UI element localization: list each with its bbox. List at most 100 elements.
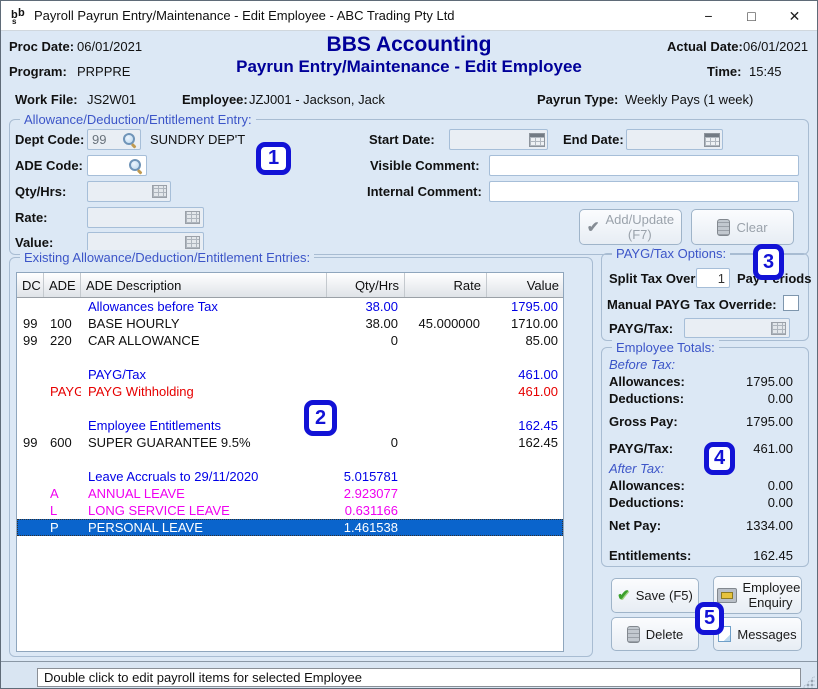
table-row[interactable]: 99100BASE HOURLY38.0045.0000001710.00 xyxy=(17,315,563,332)
visible-comment-field[interactable] xyxy=(489,155,799,176)
rate-calculator-button[interactable] xyxy=(182,208,203,227)
search-icon xyxy=(128,158,143,173)
maximize-button[interactable]: □ xyxy=(729,1,774,31)
add-update-label: Add/Update xyxy=(605,212,674,227)
add-update-button[interactable]: ✔ Add/Update (F7) xyxy=(579,209,682,245)
start-date-field[interactable] xyxy=(449,129,548,150)
ade-code-field[interactable] xyxy=(87,155,147,176)
eraser-icon xyxy=(717,219,730,236)
entries-table[interactable]: DC ADE ADE Description Qty/Hrs Rate Valu… xyxy=(16,272,564,652)
employee-enquiry-button[interactable]: Employee Enquiry xyxy=(713,576,802,614)
split-tax-input[interactable] xyxy=(697,271,729,286)
annotation-4: 4 xyxy=(704,442,735,475)
internal-comment-field[interactable] xyxy=(489,181,799,202)
title-bar[interactable]: b b s Payroll Payrun Entry/Maintenance -… xyxy=(1,1,817,31)
messages-label: Messages xyxy=(737,627,796,642)
entitlements-value: 162.45 xyxy=(713,548,793,563)
dept-code-input[interactable] xyxy=(88,132,119,147)
value-calculator-button[interactable] xyxy=(182,233,203,251)
minimize-button[interactable]: − xyxy=(686,1,731,31)
table-row[interactable]: Leave Accruals to 29/11/20205.015781 xyxy=(17,468,563,485)
clear-button[interactable]: Clear xyxy=(691,209,794,245)
table-row[interactable]: Allowances before Tax38.001795.00 xyxy=(17,298,563,315)
entitlements-label: Entitlements: xyxy=(609,548,691,563)
column-header-dc[interactable]: DC xyxy=(17,273,44,297)
qty-calculator-button[interactable] xyxy=(149,182,170,201)
manual-payg-override-checkbox[interactable] xyxy=(783,295,799,311)
dept-code-label: Dept Code: xyxy=(15,132,84,147)
deductions-after-value: 0.00 xyxy=(713,495,793,510)
value-field[interactable] xyxy=(87,232,204,252)
after-tax-label: After Tax: xyxy=(609,461,664,476)
table-row[interactable]: 99220CAR ALLOWANCE085.00 xyxy=(17,332,563,349)
start-date-input[interactable] xyxy=(450,132,526,147)
payg-options-legend: PAYG/Tax Options: xyxy=(612,246,730,261)
svg-text:b: b xyxy=(18,7,25,19)
calendar-icon xyxy=(704,133,720,147)
annotation-2: 2 xyxy=(304,400,337,436)
payg-total-label: PAYG/Tax: xyxy=(609,441,673,456)
annotation-3: 3 xyxy=(753,244,784,280)
payg-calculator-button[interactable] xyxy=(768,319,789,337)
save-button[interactable]: ✔ Save (F5) xyxy=(611,578,699,613)
table-row[interactable]: PAYGPAYG Withholding461.00 xyxy=(17,383,563,400)
value-input[interactable] xyxy=(88,235,182,250)
net-pay-label: Net Pay: xyxy=(609,518,661,533)
allowances-after-value: 0.00 xyxy=(713,478,793,493)
column-header-rate[interactable]: Rate xyxy=(405,273,487,297)
table-row[interactable] xyxy=(17,400,563,417)
qty-hrs-field[interactable] xyxy=(87,181,171,202)
deductions-after-label: Deductions: xyxy=(609,495,684,510)
split-tax-field[interactable] xyxy=(696,268,730,288)
internal-comment-input[interactable] xyxy=(490,184,798,199)
end-date-input[interactable] xyxy=(627,132,701,147)
allowances-after-label: Allowances: xyxy=(609,478,685,493)
ade-code-input[interactable] xyxy=(88,158,125,173)
allowances-before-value: 1795.00 xyxy=(713,374,793,389)
qty-hrs-input[interactable] xyxy=(88,184,149,199)
column-header-ade[interactable]: ADE xyxy=(44,273,81,297)
ade-code-lookup-button[interactable] xyxy=(125,156,146,175)
table-row[interactable]: AANNUAL LEAVE2.923077 xyxy=(17,485,563,502)
calculator-icon xyxy=(185,236,200,249)
end-date-field[interactable] xyxy=(626,129,723,150)
payg-tax-field[interactable] xyxy=(684,318,790,338)
actual-date-value: 06/01/2021 xyxy=(743,39,808,54)
calendar-icon xyxy=(529,133,545,147)
close-button[interactable]: ✕ xyxy=(772,1,817,31)
save-label: Save (F5) xyxy=(636,588,693,603)
deductions-before-label: Deductions: xyxy=(609,391,684,406)
table-row[interactable] xyxy=(17,451,563,468)
delete-button[interactable]: Delete xyxy=(611,617,699,651)
visible-comment-input[interactable] xyxy=(490,158,798,173)
annotation-5: 5 xyxy=(695,602,724,635)
table-row[interactable]: Employee Entitlements162.45 xyxy=(17,417,563,434)
calculator-icon xyxy=(771,322,786,335)
rate-field[interactable] xyxy=(87,207,204,228)
employee-enquiry-label: Employee Enquiry xyxy=(743,580,799,610)
end-date-picker-button[interactable] xyxy=(701,130,722,149)
entries-group: Existing Allowance/Deduction/Entitlement… xyxy=(9,257,593,657)
manual-payg-override-label: Manual PAYG Tax Override: xyxy=(607,297,777,312)
messages-button[interactable]: Messages xyxy=(713,617,802,651)
visible-comment-label: Visible Comment: xyxy=(370,158,480,173)
rate-input[interactable] xyxy=(88,210,182,225)
status-bar: Double click to edit payroll items for s… xyxy=(1,661,817,689)
column-header-qty[interactable]: Qty/Hrs xyxy=(327,273,405,297)
table-row-selected[interactable]: PPERSONAL LEAVE1.461538 xyxy=(17,519,563,536)
payg-tax-input[interactable] xyxy=(685,321,768,336)
gross-pay-label: Gross Pay: xyxy=(609,414,678,429)
end-date-label: End Date: xyxy=(563,132,624,147)
table-row[interactable]: LLONG SERVICE LEAVE0.631166 xyxy=(17,502,563,519)
dept-code-lookup-button[interactable] xyxy=(119,130,140,149)
dept-code-field[interactable] xyxy=(87,129,141,150)
column-header-description[interactable]: ADE Description xyxy=(81,273,327,297)
table-row[interactable]: 99600SUPER GUARANTEE 9.5%0162.45 xyxy=(17,434,563,451)
work-file-value: JS2W01 xyxy=(87,92,136,107)
start-date-picker-button[interactable] xyxy=(526,130,547,149)
resize-grip[interactable] xyxy=(802,675,815,688)
table-row[interactable] xyxy=(17,349,563,366)
table-row[interactable]: PAYG/Tax461.00 xyxy=(17,366,563,383)
entries-group-legend: Existing Allowance/Deduction/Entitlement… xyxy=(20,250,314,265)
column-header-value[interactable]: Value xyxy=(487,273,564,297)
